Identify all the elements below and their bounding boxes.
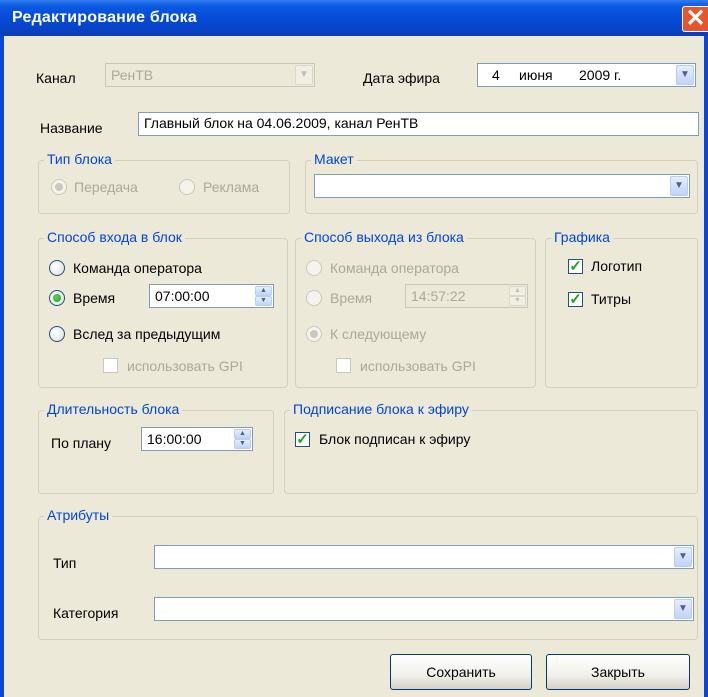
entry-time-label[interactable]: Время	[73, 290, 115, 306]
entry-time-spinner[interactable]: 07:00:00 ▲ ▼	[149, 284, 274, 308]
signed-label[interactable]: Блок подписан к эфиру	[319, 431, 470, 447]
type-label: Тип	[53, 555, 77, 571]
name-field[interactable]: Главный блок на 04.06.2009, канал РенТВ	[138, 112, 699, 136]
air-date-label: Дата эфира	[363, 70, 440, 86]
radio-advert	[179, 179, 195, 195]
signed-checkbox[interactable]: ✓	[295, 432, 310, 447]
plan-label: По плану	[51, 435, 112, 451]
radio-broadcast-label: Передача	[74, 179, 138, 195]
air-date-month[interactable]: июня	[519, 67, 553, 83]
chevron-down-icon[interactable]: ▼	[674, 599, 692, 619]
exit-use-gpi-checkbox	[336, 358, 351, 373]
close-icon[interactable]: ✕	[682, 6, 708, 32]
graphics-legend: Графика	[551, 229, 613, 245]
spin-down-icon[interactable]: ▼	[234, 439, 251, 449]
radio-exit-to-next	[306, 326, 322, 342]
radio-exit-time	[306, 290, 322, 306]
logo-label[interactable]: Логотип	[591, 258, 642, 274]
signing-legend: Подписание блока к эфиру	[290, 401, 472, 417]
layout-select[interactable]: ▼	[314, 174, 690, 198]
radio-advert-label: Реклама	[203, 179, 260, 195]
duration-group: Длительность блока По плану 16:00:00 ▲ ▼	[38, 401, 274, 494]
entry-use-gpi-label: использовать GPI	[127, 358, 243, 374]
close-button[interactable]: Закрыть	[546, 654, 690, 690]
layout-legend: Макет	[311, 151, 357, 167]
radio-entry-after-previous[interactable]	[49, 326, 65, 342]
radio-entry-time[interactable]	[49, 290, 65, 306]
exit-to-next-label: К следующему	[330, 326, 427, 342]
entry-legend: Способ входа в блок	[44, 229, 185, 245]
titles-label[interactable]: Титры	[591, 291, 631, 307]
chevron-down-icon: ▼	[295, 65, 313, 85]
edit-block-dialog: Редактирование блока ✕ Канал РенТВ ▼ Дат…	[0, 0, 708, 697]
exit-use-gpi-label: использовать GPI	[360, 358, 476, 374]
exit-operator-label: Команда оператора	[330, 260, 459, 276]
radio-entry-operator[interactable]	[49, 260, 65, 276]
chevron-down-icon[interactable]: ▼	[674, 547, 692, 567]
chevron-down-icon[interactable]: ▼	[676, 65, 694, 85]
radio-broadcast	[51, 179, 67, 195]
radio-exit-operator	[306, 260, 322, 276]
exit-time-label: Время	[330, 290, 373, 306]
layout-group: Макет ▼	[305, 151, 698, 214]
entry-time-value[interactable]: 07:00:00	[155, 288, 210, 304]
chevron-down-icon[interactable]: ▼	[670, 176, 688, 196]
spin-up-icon[interactable]: ▲	[255, 286, 272, 296]
air-date-year[interactable]: 2009 г.	[579, 67, 621, 83]
entry-method-group: Способ входа в блок Команда оператора Вр…	[38, 229, 288, 388]
signing-group: Подписание блока к эфиру ✓ Блок подписан…	[284, 401, 698, 494]
duration-spinner[interactable]: 16:00:00 ▲ ▼	[141, 427, 253, 451]
spin-up-icon: ▲	[509, 286, 526, 296]
duration-legend: Длительность блока	[44, 401, 183, 417]
spin-down-icon: ▼	[509, 296, 526, 306]
titles-checkbox[interactable]: ✓	[568, 292, 583, 307]
channel-label: Канал	[36, 70, 76, 86]
window-title: Редактирование блока	[12, 9, 197, 26]
spin-down-icon[interactable]: ▼	[255, 296, 272, 306]
graphics-group: Графика ✓ Логотип ✓ Титры	[545, 229, 698, 388]
entry-use-gpi-checkbox	[103, 358, 118, 373]
attributes-legend: Атрибуты	[44, 507, 113, 523]
block-type-legend: Тип блока	[44, 151, 115, 167]
duration-value[interactable]: 16:00:00	[147, 431, 202, 447]
air-date-day[interactable]: 4	[492, 67, 500, 83]
block-type-group: Тип блока Передача Реклама	[38, 151, 290, 214]
air-date-picker[interactable]: 4 июня 2009 г. ▼	[477, 63, 696, 87]
category-select[interactable]: ▼	[154, 597, 694, 621]
exit-method-group: Способ выхода из блока Команда оператора…	[295, 229, 536, 388]
logo-checkbox[interactable]: ✓	[568, 259, 583, 274]
type-select[interactable]: ▼	[154, 545, 694, 569]
name-label: Название	[40, 120, 103, 136]
exit-legend: Способ выхода из блока	[301, 229, 467, 245]
channel-select: РенТВ ▼	[105, 63, 315, 87]
attributes-group: Атрибуты Тип ▼ Категория ▼	[38, 507, 698, 640]
entry-operator-label[interactable]: Команда оператора	[73, 260, 202, 276]
exit-time-value: 14:57:22	[411, 288, 466, 304]
entry-after-previous-label[interactable]: Вслед за предыдущим	[73, 326, 220, 342]
channel-value: РенТВ	[111, 67, 154, 83]
title-bar[interactable]: Редактирование блока ✕	[0, 0, 708, 36]
save-button[interactable]: Сохранить	[390, 654, 532, 690]
category-label: Категория	[53, 605, 119, 621]
spin-up-icon[interactable]: ▲	[234, 429, 251, 439]
exit-time-spinner: 14:57:22 ▲ ▼	[405, 284, 528, 308]
